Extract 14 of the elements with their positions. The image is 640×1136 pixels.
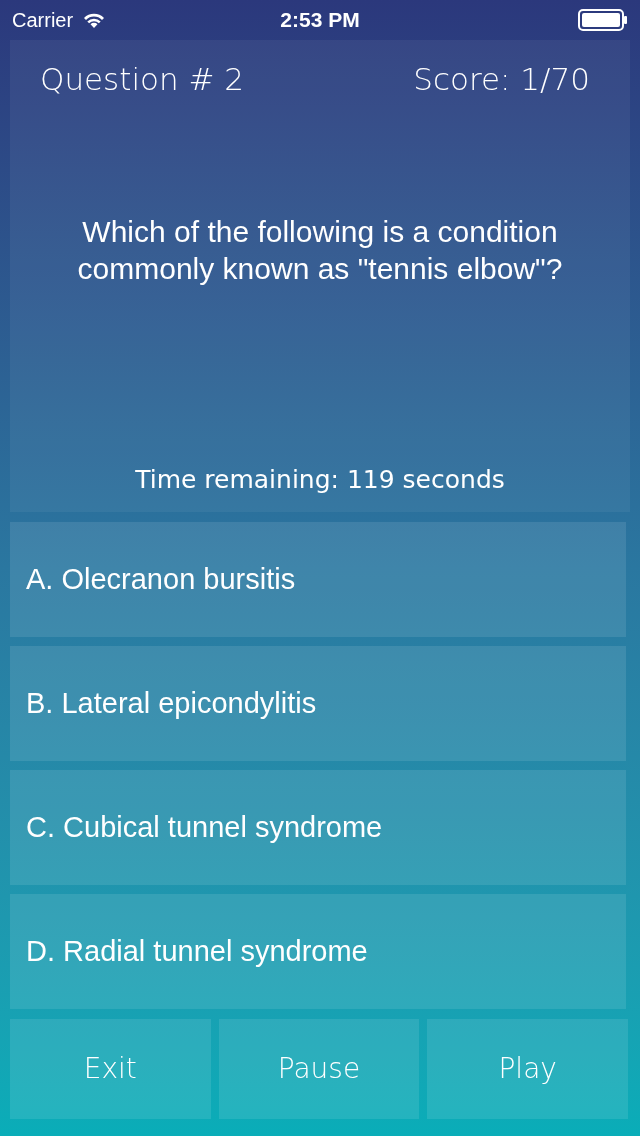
control-button[interactable]: Pause	[218, 1019, 420, 1119]
battery-icon	[578, 9, 628, 31]
answer-option[interactable]: D. Radial tunnel syndrome	[10, 894, 626, 1009]
clock-label: 2:53 PM	[280, 7, 360, 34]
question-number: Question # 2	[40, 60, 245, 99]
control-button[interactable]: Play	[427, 1019, 628, 1119]
score-label: Score: 1/70	[413, 60, 591, 99]
answer-option[interactable]: A. Olecranon bursitis	[10, 522, 626, 637]
timer-label: Time remaining: 119 seconds	[134, 463, 506, 496]
question-text: Which of the following is a condition commonly known as "tennis elbow"?	[76, 213, 564, 287]
answer-option[interactable]: C. Cubical tunnel syndrome	[10, 770, 626, 885]
control-button[interactable]: Exit	[10, 1019, 211, 1119]
answer-option[interactable]: B. Lateral epicondylitis	[10, 646, 626, 761]
carrier-label: Carrier	[12, 8, 74, 33]
